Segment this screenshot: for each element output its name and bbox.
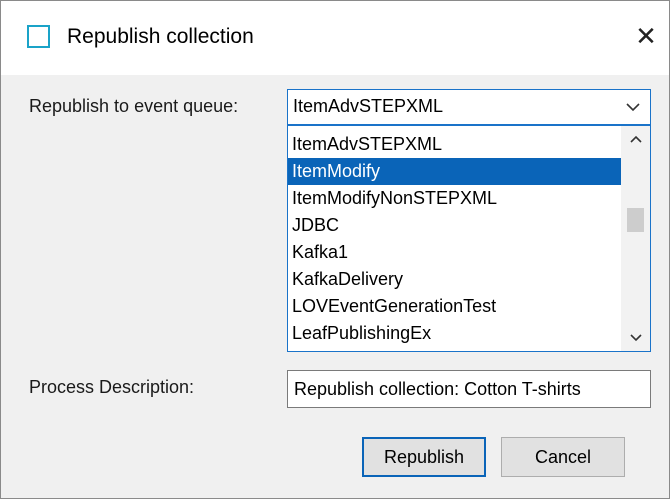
- dropdown-option[interactable]: LOVEventGenerationTest: [288, 293, 622, 320]
- description-label: Process Description:: [29, 377, 195, 397]
- scroll-down-icon[interactable]: [621, 325, 650, 351]
- title-bar: Republish collection ✕: [1, 1, 669, 75]
- dropdown-option[interactable]: ItemModifyNonSTEPXML: [288, 185, 622, 212]
- dropdown-scrollbar[interactable]: [621, 126, 650, 351]
- window-icon: [27, 25, 50, 48]
- dropdown-option[interactable]: ItemAdvSTEPXML: [288, 131, 622, 158]
- dropdown-option[interactable]: ItemModify: [288, 158, 622, 185]
- dropdown-option[interactable]: Kafka1: [288, 239, 622, 266]
- queue-label: Republish to event queue:: [29, 96, 239, 116]
- event-queue-combobox[interactable]: ItemAdvSTEPXML: [287, 89, 651, 125]
- scroll-up-icon[interactable]: [621, 126, 650, 152]
- republish-dialog: Republish collection ✕ Republish to even…: [0, 0, 670, 499]
- cancel-button[interactable]: Cancel: [501, 437, 625, 477]
- chevron-down-icon[interactable]: [616, 90, 650, 124]
- dropdown-items: ItemAdvSTEPXML ItemModify ItemModifyNonSTE…: [288, 131, 622, 347]
- dropdown-option[interactable]: JDBC: [288, 212, 622, 239]
- scrollbar-thumb[interactable]: [627, 208, 644, 232]
- dialog-title: Republish collection: [67, 25, 254, 48]
- close-icon[interactable]: ✕: [629, 19, 663, 53]
- dropdown-option[interactable]: KafkaDelivery: [288, 266, 622, 293]
- dropdown-option[interactable]: LeafPublishingEx: [288, 320, 622, 347]
- process-description-field[interactable]: Republish collection: Cotton T-shirts: [287, 370, 651, 408]
- republish-button[interactable]: Republish: [362, 437, 486, 477]
- process-description-value: Republish collection: Cotton T-shirts: [294, 379, 581, 399]
- combobox-selected-value: ItemAdvSTEPXML: [293, 96, 444, 116]
- event-queue-dropdown-list[interactable]: ItemAdvSTEPXML ItemModify ItemModifyNonSTE…: [287, 125, 651, 352]
